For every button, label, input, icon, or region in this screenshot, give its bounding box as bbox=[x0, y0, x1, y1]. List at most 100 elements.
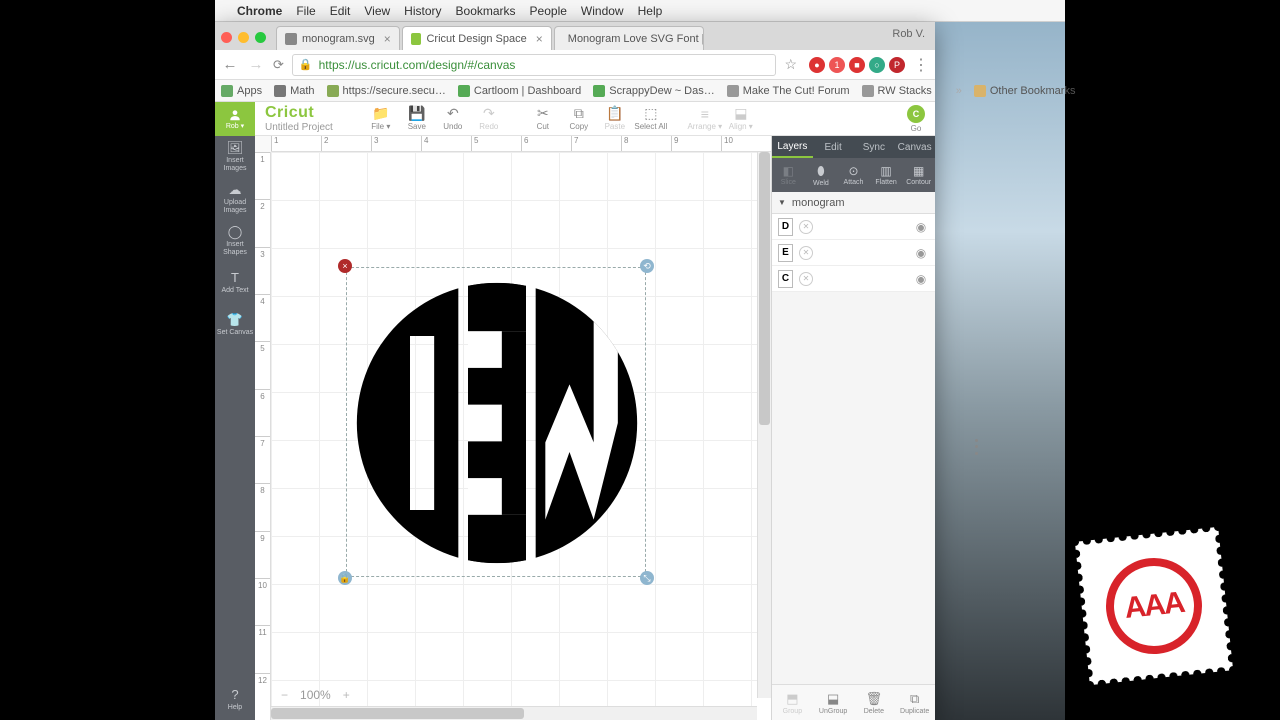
project-title[interactable]: Untitled Project bbox=[265, 122, 333, 133]
attach-button[interactable]: ⊙Attach bbox=[837, 158, 870, 192]
duplicate-button[interactable]: ⧉Duplicate bbox=[894, 685, 935, 720]
menu-file[interactable]: File bbox=[296, 4, 315, 18]
bookmark-rwstacks[interactable]: RW Stacks bbox=[862, 85, 932, 97]
app-header: Rob ▾ Cricut Untitled Project 📁File ▾ 💾S… bbox=[215, 102, 935, 136]
lock-handle[interactable]: 🔒 bbox=[338, 571, 352, 585]
zoom-window-button[interactable] bbox=[255, 32, 266, 43]
insert-shapes-button[interactable]: ◯Insert Shapes bbox=[215, 220, 255, 262]
zoom-controls: − 100% + bbox=[281, 688, 350, 702]
go-button[interactable]: C bbox=[907, 105, 925, 123]
layer-linetype-icon[interactable]: ✕ bbox=[799, 246, 813, 260]
url-input[interactable]: 🔒 https://us.cricut.com/design/#/canvas bbox=[292, 54, 777, 76]
resize-handle[interactable]: ⤡ bbox=[640, 571, 654, 585]
copy-button[interactable]: ⧉Copy bbox=[561, 102, 597, 135]
extension-icon[interactable]: P bbox=[889, 57, 905, 73]
close-window-button[interactable] bbox=[221, 32, 232, 43]
selection-box[interactable]: × ⟲ 🔒 ⤡ bbox=[346, 267, 646, 577]
undo-button[interactable]: ↶Undo bbox=[435, 102, 471, 135]
insert-images-button[interactable]: 🖼Insert Images bbox=[215, 136, 255, 178]
tab-sync[interactable]: Sync bbox=[854, 136, 895, 158]
cut-button[interactable]: ✂Cut bbox=[525, 102, 561, 135]
disclosure-triangle-icon[interactable]: ▼ bbox=[778, 198, 786, 207]
profile-button[interactable]: Rob ▾ bbox=[215, 102, 255, 136]
design-canvas[interactable]: × ⟲ 🔒 ⤡ bbox=[271, 152, 771, 720]
menu-view[interactable]: View bbox=[364, 4, 390, 18]
left-tool-rail: 🖼Insert Images ☁Upload Images ◯Insert Sh… bbox=[215, 136, 255, 720]
layer-linetype-icon[interactable]: ✕ bbox=[799, 272, 813, 286]
extension-icon[interactable]: ■ bbox=[849, 57, 865, 73]
extension-icon[interactable]: 1 bbox=[829, 57, 845, 73]
bookmark-cartloom[interactable]: Cartloom | Dashboard bbox=[458, 85, 581, 97]
back-button[interactable]: ← bbox=[221, 56, 239, 73]
contour-button[interactable]: ▦Contour bbox=[902, 158, 935, 192]
slice-icon: ◧ bbox=[783, 164, 794, 178]
tab-cricut-design-space[interactable]: Cricut Design Space × bbox=[402, 26, 552, 50]
layer-thumb: D bbox=[778, 218, 793, 236]
forward-button[interactable]: → bbox=[247, 56, 265, 73]
other-bookmarks[interactable]: Other Bookmarks bbox=[974, 85, 1076, 97]
layer-row[interactable]: E ✕ ◉ bbox=[772, 240, 935, 266]
paste-button: 📋Paste bbox=[597, 102, 633, 135]
layer-thumb: C bbox=[778, 270, 793, 288]
extension-icon[interactable]: ● bbox=[809, 57, 825, 73]
app-menu[interactable]: Chrome bbox=[237, 4, 282, 18]
minimize-window-button[interactable] bbox=[238, 32, 249, 43]
delete-handle[interactable]: × bbox=[338, 259, 352, 273]
chrome-user-label[interactable]: Rob V. bbox=[892, 28, 925, 40]
menu-edit[interactable]: Edit bbox=[330, 4, 351, 18]
menu-help[interactable]: Help bbox=[638, 4, 663, 18]
ungroup-button[interactable]: ⬓UnGroup bbox=[813, 685, 854, 720]
menu-window[interactable]: Window bbox=[581, 4, 624, 18]
tab-layers[interactable]: Layers bbox=[772, 136, 813, 158]
group-button: ⬒Group bbox=[772, 685, 813, 720]
layer-group-header[interactable]: ▼ monogram bbox=[772, 192, 935, 214]
tab-edit[interactable]: Edit bbox=[813, 136, 854, 158]
tab-monogram-svg[interactable]: monogram.svg × bbox=[276, 26, 400, 50]
menu-bookmarks[interactable]: Bookmarks bbox=[456, 4, 516, 18]
app-logo: Cricut bbox=[265, 104, 333, 122]
layer-row[interactable]: D ✕ ◉ bbox=[772, 214, 935, 240]
file-menu-button[interactable]: 📁File ▾ bbox=[363, 102, 399, 135]
flatten-button[interactable]: ▥Flatten bbox=[870, 158, 903, 192]
zoom-in-button[interactable]: + bbox=[343, 688, 350, 702]
delete-button[interactable]: 🗑Delete bbox=[854, 685, 895, 720]
tab-canvas[interactable]: Canvas bbox=[894, 136, 935, 158]
panel-resize-handle[interactable] bbox=[975, 437, 981, 457]
save-icon: 💾 bbox=[408, 106, 425, 121]
tab-monogram-love-font[interactable]: Monogram Love SVG Font | L... × bbox=[554, 26, 704, 50]
save-button[interactable]: 💾Save bbox=[399, 102, 435, 135]
bookmark-math[interactable]: Math bbox=[274, 85, 314, 97]
menu-history[interactable]: History bbox=[404, 4, 441, 18]
weld-icon: ⬮ bbox=[817, 164, 825, 179]
bookmark-star-icon[interactable]: ☆ bbox=[784, 56, 797, 73]
set-canvas-button[interactable]: 👕Set Canvas bbox=[215, 304, 255, 346]
bookmarks-overflow-icon[interactable]: » bbox=[956, 85, 962, 97]
chrome-menu-icon[interactable]: ⋮ bbox=[913, 55, 929, 75]
bookmark-apps[interactable]: Apps bbox=[221, 85, 262, 97]
visibility-toggle-icon[interactable]: ◉ bbox=[913, 220, 929, 234]
close-tab-icon[interactable]: × bbox=[536, 32, 543, 46]
bookmark-makethecut[interactable]: Make The Cut! Forum bbox=[727, 85, 850, 97]
bookmark-scrappydew[interactable]: ScrappyDew ~ Das… bbox=[593, 85, 714, 97]
select-all-button[interactable]: ⬚Select All bbox=[633, 102, 669, 135]
undo-icon: ↶ bbox=[447, 106, 459, 121]
duplicate-icon: ⧉ bbox=[910, 691, 919, 707]
horizontal-scrollbar[interactable] bbox=[271, 706, 757, 720]
layer-linetype-icon[interactable]: ✕ bbox=[799, 220, 813, 234]
monogram-artwork[interactable] bbox=[352, 273, 642, 573]
layer-row[interactable]: C ✕ ◉ bbox=[772, 266, 935, 292]
visibility-toggle-icon[interactable]: ◉ bbox=[913, 272, 929, 286]
upload-images-button[interactable]: ☁Upload Images bbox=[215, 178, 255, 220]
extension-icon[interactable]: ○ bbox=[869, 57, 885, 73]
vertical-scrollbar[interactable] bbox=[757, 152, 771, 698]
zoom-out-button[interactable]: − bbox=[281, 688, 288, 702]
rotate-handle[interactable]: ⟲ bbox=[640, 259, 654, 273]
close-tab-icon[interactable]: × bbox=[384, 32, 391, 46]
menu-people[interactable]: People bbox=[530, 4, 567, 18]
weld-button[interactable]: ⬮Weld bbox=[805, 158, 838, 192]
reload-button[interactable]: ⟳ bbox=[273, 57, 284, 73]
help-button[interactable]: ?Help bbox=[215, 680, 255, 720]
add-text-button[interactable]: TAdd Text bbox=[215, 262, 255, 304]
visibility-toggle-icon[interactable]: ◉ bbox=[913, 246, 929, 260]
bookmark-secure[interactable]: https://secure.secu… bbox=[327, 85, 446, 97]
